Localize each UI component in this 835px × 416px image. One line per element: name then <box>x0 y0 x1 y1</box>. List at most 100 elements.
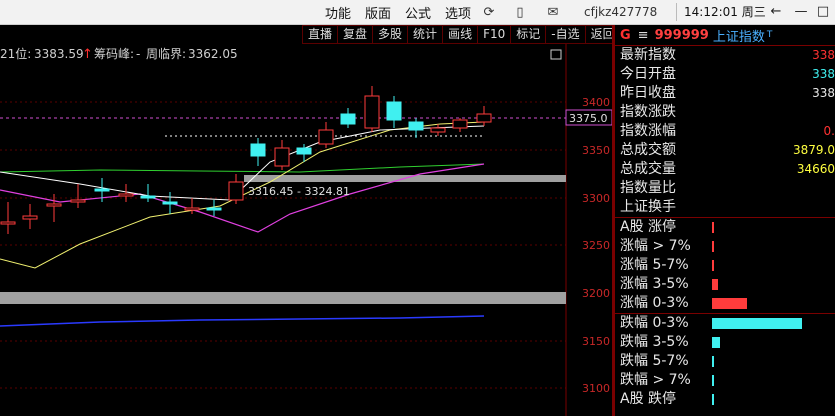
distribution-bar <box>712 260 714 271</box>
y-axis: 3400 3350 3300 3250 3200 3150 3100 <box>582 96 610 395</box>
maximize-icon[interactable]: □ <box>813 0 833 24</box>
btn-draw-line[interactable]: 画线 <box>442 25 478 44</box>
distribution-bar <box>712 298 747 309</box>
menu-options[interactable]: 选项 <box>445 3 471 22</box>
toolbar-divider <box>676 3 677 21</box>
candle-body <box>140 195 156 199</box>
quote-row-value: 0. <box>823 124 835 138</box>
chart-ma-label: 21位: <box>0 46 31 61</box>
chart-grid <box>0 44 567 416</box>
candlestick-chart[interactable]: 21位: 3383.59 ↑ 筹码峰: - 周临界: 3362.05 3316.… <box>0 44 612 416</box>
chart-toolbar: 直播 复盘 多股 统计 画线 F10 标记 -自选 返回 <box>302 25 621 44</box>
btn-statistics[interactable]: 统计 <box>407 25 443 44</box>
trade-tag: T <box>766 30 773 40</box>
chip-annotation: 3316.45 - 3324.81 <box>248 185 350 198</box>
quote-row: 指数量比 <box>615 179 835 198</box>
distribution-bar <box>712 337 720 348</box>
y-tick-label: 3350 <box>582 144 610 157</box>
candle-body <box>408 121 424 131</box>
distribution-bar <box>712 222 714 233</box>
distribution-bar <box>712 241 714 252</box>
quote-row-label: 最新指数 <box>620 47 676 63</box>
candle-body <box>364 95 380 129</box>
menu-icon[interactable]: ≡ <box>638 28 649 43</box>
chart-cycle-label: 周临界: <box>146 47 186 61</box>
distribution-row: 跌幅 3-5% <box>615 333 835 352</box>
user-account[interactable]: cfjkz427778 <box>584 0 657 24</box>
chart-chip-label: 筹码峰: <box>94 47 134 61</box>
mail-icon[interactable]: ✉ <box>544 3 562 21</box>
distribution-bar <box>712 318 802 329</box>
chip-peak-bar-lower <box>0 292 566 304</box>
distribution-bar <box>712 356 714 367</box>
distribution-row: A股 跌停 <box>615 390 835 409</box>
candles-group <box>0 86 492 234</box>
y-tick-label: 3400 <box>582 96 610 109</box>
distribution-row: 涨幅 5-7% <box>615 256 835 275</box>
candle-body <box>70 199 86 203</box>
back-icon[interactable]: ← <box>766 0 786 24</box>
candle-body <box>452 119 468 129</box>
candle-body <box>296 147 312 155</box>
distribution-row: 跌幅 5-7% <box>615 352 835 371</box>
distribution-row: 涨幅 0-3% <box>615 294 835 313</box>
distribution-bar <box>712 279 718 290</box>
chart-chip-sep: - <box>136 47 140 61</box>
ma-line-green <box>0 163 485 173</box>
refresh-icon[interactable]: ⟳ <box>480 3 498 21</box>
candle-body <box>162 201 178 205</box>
candle-body <box>318 129 334 145</box>
stock-code: 999999 <box>654 27 709 43</box>
quote-row-value: 338 <box>812 86 835 100</box>
candle-body <box>184 207 200 211</box>
minimize-icon[interactable]: — <box>791 0 811 24</box>
mobile-icon[interactable]: ▯ <box>511 3 529 21</box>
candle-body <box>118 193 134 197</box>
y-tick-label: 3250 <box>582 239 610 252</box>
chart-ma-value: 3383.59 <box>34 47 84 61</box>
quote-row-label: 今日开盘 <box>620 66 676 82</box>
quote-header: G ≡ 999999 上证指数 T <box>615 25 835 46</box>
candle-body <box>46 203 62 207</box>
distribution-label: 跌幅 0-3% <box>620 315 689 331</box>
chart-maximize-icon[interactable] <box>550 49 562 60</box>
distribution-row: 涨幅 3-5% <box>615 275 835 294</box>
distribution-label: 跌幅 3-5% <box>620 334 689 350</box>
btn-review[interactable]: 复盘 <box>337 25 373 44</box>
quote-rows: 最新指数 338 今日开盘 338 昨日收盘 338 指数涨跌 指数涨幅 0. 总成交额 3879.… <box>615 46 835 217</box>
distribution-row: 涨幅 > 7% <box>615 237 835 256</box>
chart-up-arrow: ↑ <box>82 47 93 62</box>
clock: 14:12:01 周三 <box>684 5 766 19</box>
btn-multi-stock[interactable]: 多股 <box>372 25 408 44</box>
menu-layout[interactable]: 版面 <box>365 3 391 22</box>
btn-live[interactable]: 直播 <box>302 25 338 44</box>
menu-function[interactable]: 功能 <box>325 3 351 22</box>
stock-name: 上证指数 <box>712 29 765 45</box>
candle-body <box>22 215 38 220</box>
quote-row-label: 指数涨跌 <box>620 104 676 120</box>
ma-line-blue <box>0 315 485 327</box>
quote-row: 总成交量 34660 <box>615 160 835 179</box>
distribution-label: 涨幅 5-7% <box>620 257 689 273</box>
distribution-row: 跌幅 > 7% <box>615 371 835 390</box>
distribution-row: 跌幅 0-3% <box>615 314 835 333</box>
btn-f10[interactable]: F10 <box>477 25 511 44</box>
distribution-label: 跌幅 > 7% <box>620 372 691 388</box>
candle-body <box>0 221 16 225</box>
distribution-rows: A股 涨停 涨幅 > 7% 涨幅 5-7% 涨幅 3-5% 涨幅 0-3% 跌幅 0-3%… <box>615 218 835 409</box>
group-badge[interactable]: G <box>620 28 631 43</box>
main-menu: 功能 版面 公式 选项 <box>318 0 478 24</box>
quote-row-label: 指数涨幅 <box>620 123 676 139</box>
y-tick-label: 3150 <box>582 335 610 348</box>
chart-cycle-value: 3362.05 <box>188 47 238 61</box>
btn-watchlist[interactable]: -自选 <box>545 25 585 44</box>
distribution-label: 涨幅 3-5% <box>620 276 689 292</box>
quote-row-label: 指数量比 <box>620 180 676 196</box>
distribution-row: A股 涨停 <box>615 218 835 237</box>
quote-row: 昨日收盘 338 <box>615 84 835 103</box>
quote-row-value: 3879.0 <box>793 143 835 157</box>
quote-panel: G ≡ 999999 上证指数 T 最新指数 338 今日开盘 338 昨日收盘 338 指… <box>615 25 835 416</box>
menu-formula[interactable]: 公式 <box>405 3 431 22</box>
btn-mark[interactable]: 标记 <box>510 25 546 44</box>
distribution-label: 跌幅 5-7% <box>620 353 689 369</box>
